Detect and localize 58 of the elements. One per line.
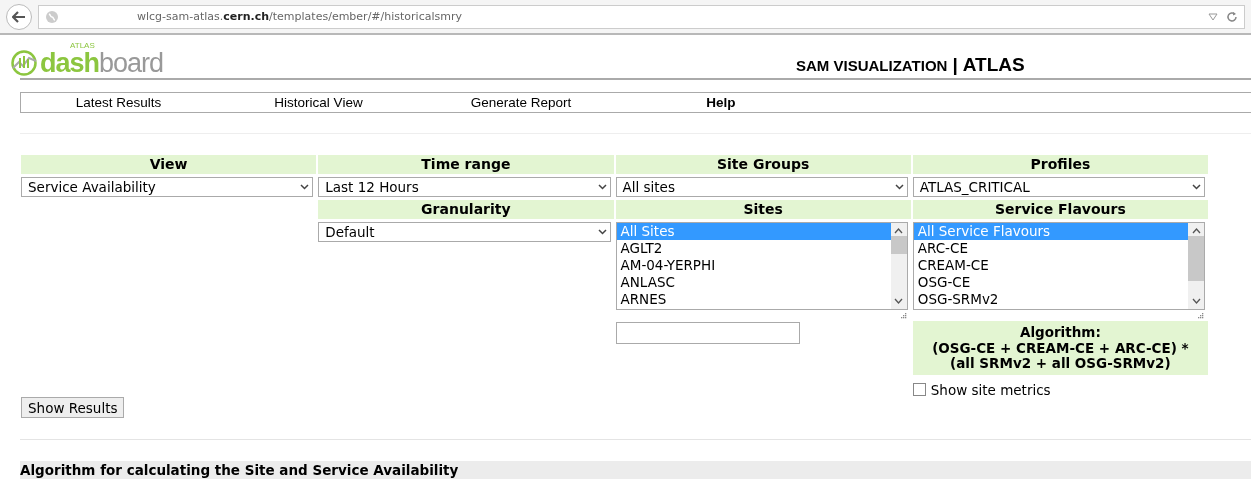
resize-grip-icon[interactable] [1196, 312, 1204, 320]
algorithm-text: (OSG-CE + CREAM-CE + ARC-CE) * [932, 340, 1189, 356]
list-option[interactable]: AM-04-YERPHI [616, 257, 891, 274]
nav-link[interactable]: Historical View [216, 95, 421, 110]
granularity-dropdown[interactable]: Default [318, 222, 611, 242]
field-label: Time range [318, 155, 614, 174]
list-option[interactable]: ARC-CE [913, 240, 1188, 257]
input-field[interactable] [615, 322, 800, 344]
algorithm-text: (all SRMv2 + all OSG-SRMv2) [950, 356, 1171, 372]
checkbox-label: Show site metrics [930, 381, 1051, 398]
show-results-button[interactable]: Show Results [21, 397, 125, 418]
back-button[interactable] [6, 3, 32, 30]
nav-link[interactable]: Help [621, 95, 821, 110]
field-label: Service Flavours [912, 200, 1208, 219]
nav-link[interactable]: Generate Report [421, 95, 621, 110]
logo-wordmark: ATLAS dashboard [40, 41, 164, 76]
list-box[interactable]: All Service Flavours ARC-CE CREAM-CE OSG-CE OSG-SRMv2 [912, 222, 1205, 310]
scroll-down-icon[interactable] [894, 297, 904, 305]
site-groups-dropdown[interactable]: All sites [615, 177, 908, 197]
field-label: Sites [615, 200, 911, 219]
nav-link[interactable]: Latest Results [21, 95, 216, 110]
scrollbar[interactable] [1188, 223, 1204, 309]
experiment-title: ATLAS [962, 54, 1025, 76]
resize-grip-icon[interactable] [898, 312, 907, 320]
scrollbar[interactable] [890, 223, 907, 309]
scroll-up-icon[interactable] [1191, 227, 1201, 235]
reload-icon[interactable] [1226, 10, 1238, 23]
caret-icon [894, 184, 904, 190]
list-option[interactable]: OSG-CE [913, 274, 1188, 291]
back-arrow-icon [12, 10, 26, 23]
list-option[interactable]: OSG-SRMv2 [913, 291, 1188, 308]
list-option[interactable]: CREAM-CE [913, 257, 1188, 274]
list-option[interactable]: AGLT2 [616, 240, 891, 257]
list-option[interactable]: ANLASC [616, 274, 891, 291]
app-title: SAM VISUALIZATION [796, 57, 948, 74]
field-label: Granularity [318, 200, 614, 219]
profiles-dropdown[interactable]: ATLAS_CRITICAL [912, 177, 1205, 197]
list-box[interactable]: All Sites AGLT2 AM-04-YERPHI ANLASC ARNES [615, 222, 908, 310]
dropdown-arrow-icon[interactable] [1208, 12, 1218, 21]
field-label: Site Groups [615, 155, 911, 174]
title-separator: | [952, 54, 958, 76]
time-range-dropdown[interactable]: Last 12 Hours [318, 177, 611, 197]
algorithm-text: Algorithm: [1019, 325, 1101, 341]
caret-icon [597, 229, 607, 235]
caret-icon [1192, 184, 1201, 190]
scrollbar-thumb[interactable] [1188, 236, 1204, 281]
field-label: Profiles [912, 155, 1208, 174]
scroll-up-icon[interactable] [894, 227, 904, 235]
field-label: View [21, 155, 317, 174]
view-dropdown[interactable]: Service Availability [21, 177, 314, 197]
caret-icon [597, 184, 607, 190]
logo-icon [10, 50, 38, 76]
caret-icon [300, 184, 310, 190]
checkbox[interactable] [912, 383, 926, 396]
scroll-down-icon[interactable] [1191, 297, 1201, 305]
scrollbar-thumb[interactable] [890, 236, 907, 254]
section-heading: Algorithm for calculating the Site and Service Availability [20, 461, 1251, 479]
list-option[interactable]: ARNES [616, 291, 891, 308]
